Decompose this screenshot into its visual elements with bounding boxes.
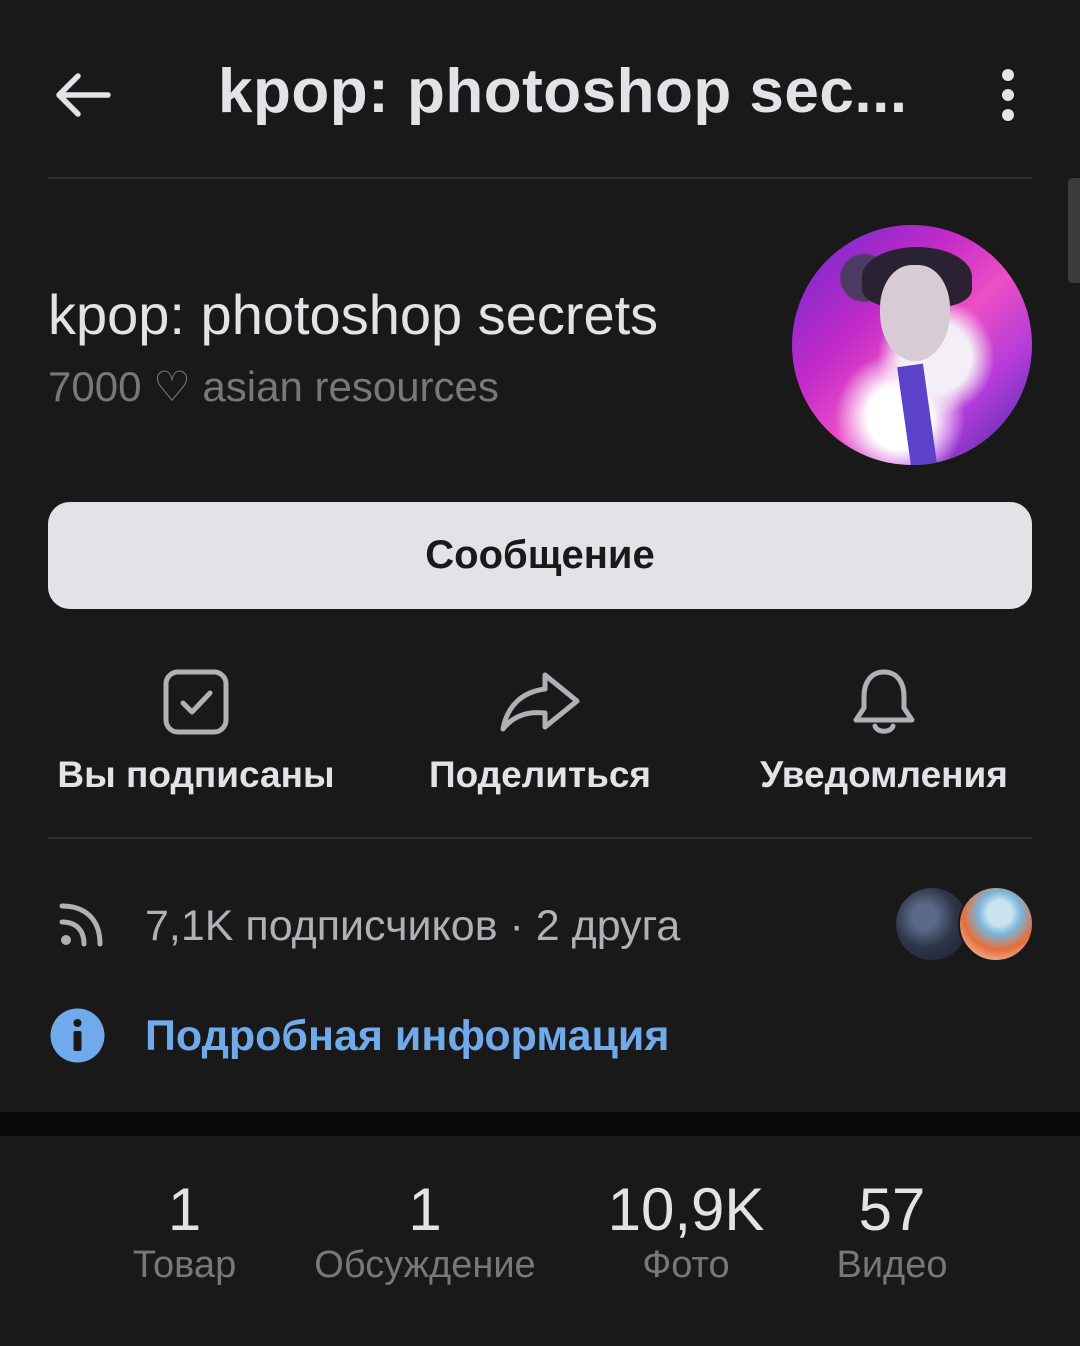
share-label: Поделиться	[428, 754, 652, 795]
share-button[interactable]: Поделиться	[380, 660, 700, 810]
subscribers-text: 7,1K подписчиков · 2 друга	[145, 902, 681, 950]
friends-avatars[interactable]	[894, 886, 1034, 962]
group-status: 7000 ♡ asian resources	[48, 363, 499, 410]
section-divider	[48, 837, 1032, 839]
back-button[interactable]	[50, 62, 116, 128]
top-bar: kpop: photoshop sec...	[0, 0, 1080, 180]
notifications-label: Уведомления	[760, 754, 1008, 795]
counter-value: 10,9K	[607, 1176, 765, 1243]
info-row[interactable]: Подробная информация	[0, 1000, 1080, 1080]
header-title: kpop: photoshop sec...	[218, 57, 908, 126]
counter-videos[interactable]: 57 Видео	[812, 1175, 972, 1287]
more-button[interactable]	[984, 64, 1032, 126]
more-vertical-icon	[1002, 69, 1014, 121]
bell-icon	[853, 669, 915, 734]
info-icon	[50, 1008, 105, 1063]
checkbox-checked-icon	[163, 669, 229, 735]
notifications-button[interactable]: Уведомления	[724, 660, 1044, 810]
friend-avatar	[958, 886, 1034, 962]
rss-icon	[59, 903, 103, 947]
message-button[interactable]: Сообщение	[48, 502, 1032, 609]
share-arrow-icon	[500, 672, 580, 732]
counter-label: Товар	[132, 1244, 237, 1286]
arrow-left-icon	[56, 73, 111, 117]
counter-label: Видео	[836, 1244, 948, 1286]
counter-label: Фото	[642, 1244, 730, 1286]
subscribed-button[interactable]: Вы подписаны	[36, 660, 356, 810]
action-row: Вы подписаны Поделиться Уведомления	[0, 660, 1080, 810]
header-divider	[48, 177, 1032, 179]
counter-products[interactable]: 1 Товар	[112, 1175, 257, 1287]
counter-discussions[interactable]: 1 Обсуждение	[295, 1175, 555, 1287]
counter-value: 57	[858, 1176, 926, 1243]
info-link[interactable]: Подробная информация	[145, 1012, 669, 1061]
subscribed-label: Вы подписаны	[57, 754, 335, 795]
group-avatar[interactable]	[792, 225, 1032, 465]
counter-value: 1	[167, 1176, 202, 1243]
counter-value: 1	[408, 1176, 442, 1243]
scrollbar[interactable]	[1068, 178, 1080, 283]
counter-photos[interactable]: 10,9K Фото	[596, 1175, 776, 1287]
section-separator	[0, 1112, 1080, 1136]
subscribers-row[interactable]: 7,1K подписчиков · 2 друга	[0, 880, 1080, 976]
group-name: kpop: photoshop secrets	[48, 283, 659, 346]
counters-row: 1 Товар 1 Обсуждение 10,9K Фото 57 Видео	[0, 1175, 1080, 1315]
counter-label: Обсуждение	[314, 1244, 536, 1286]
